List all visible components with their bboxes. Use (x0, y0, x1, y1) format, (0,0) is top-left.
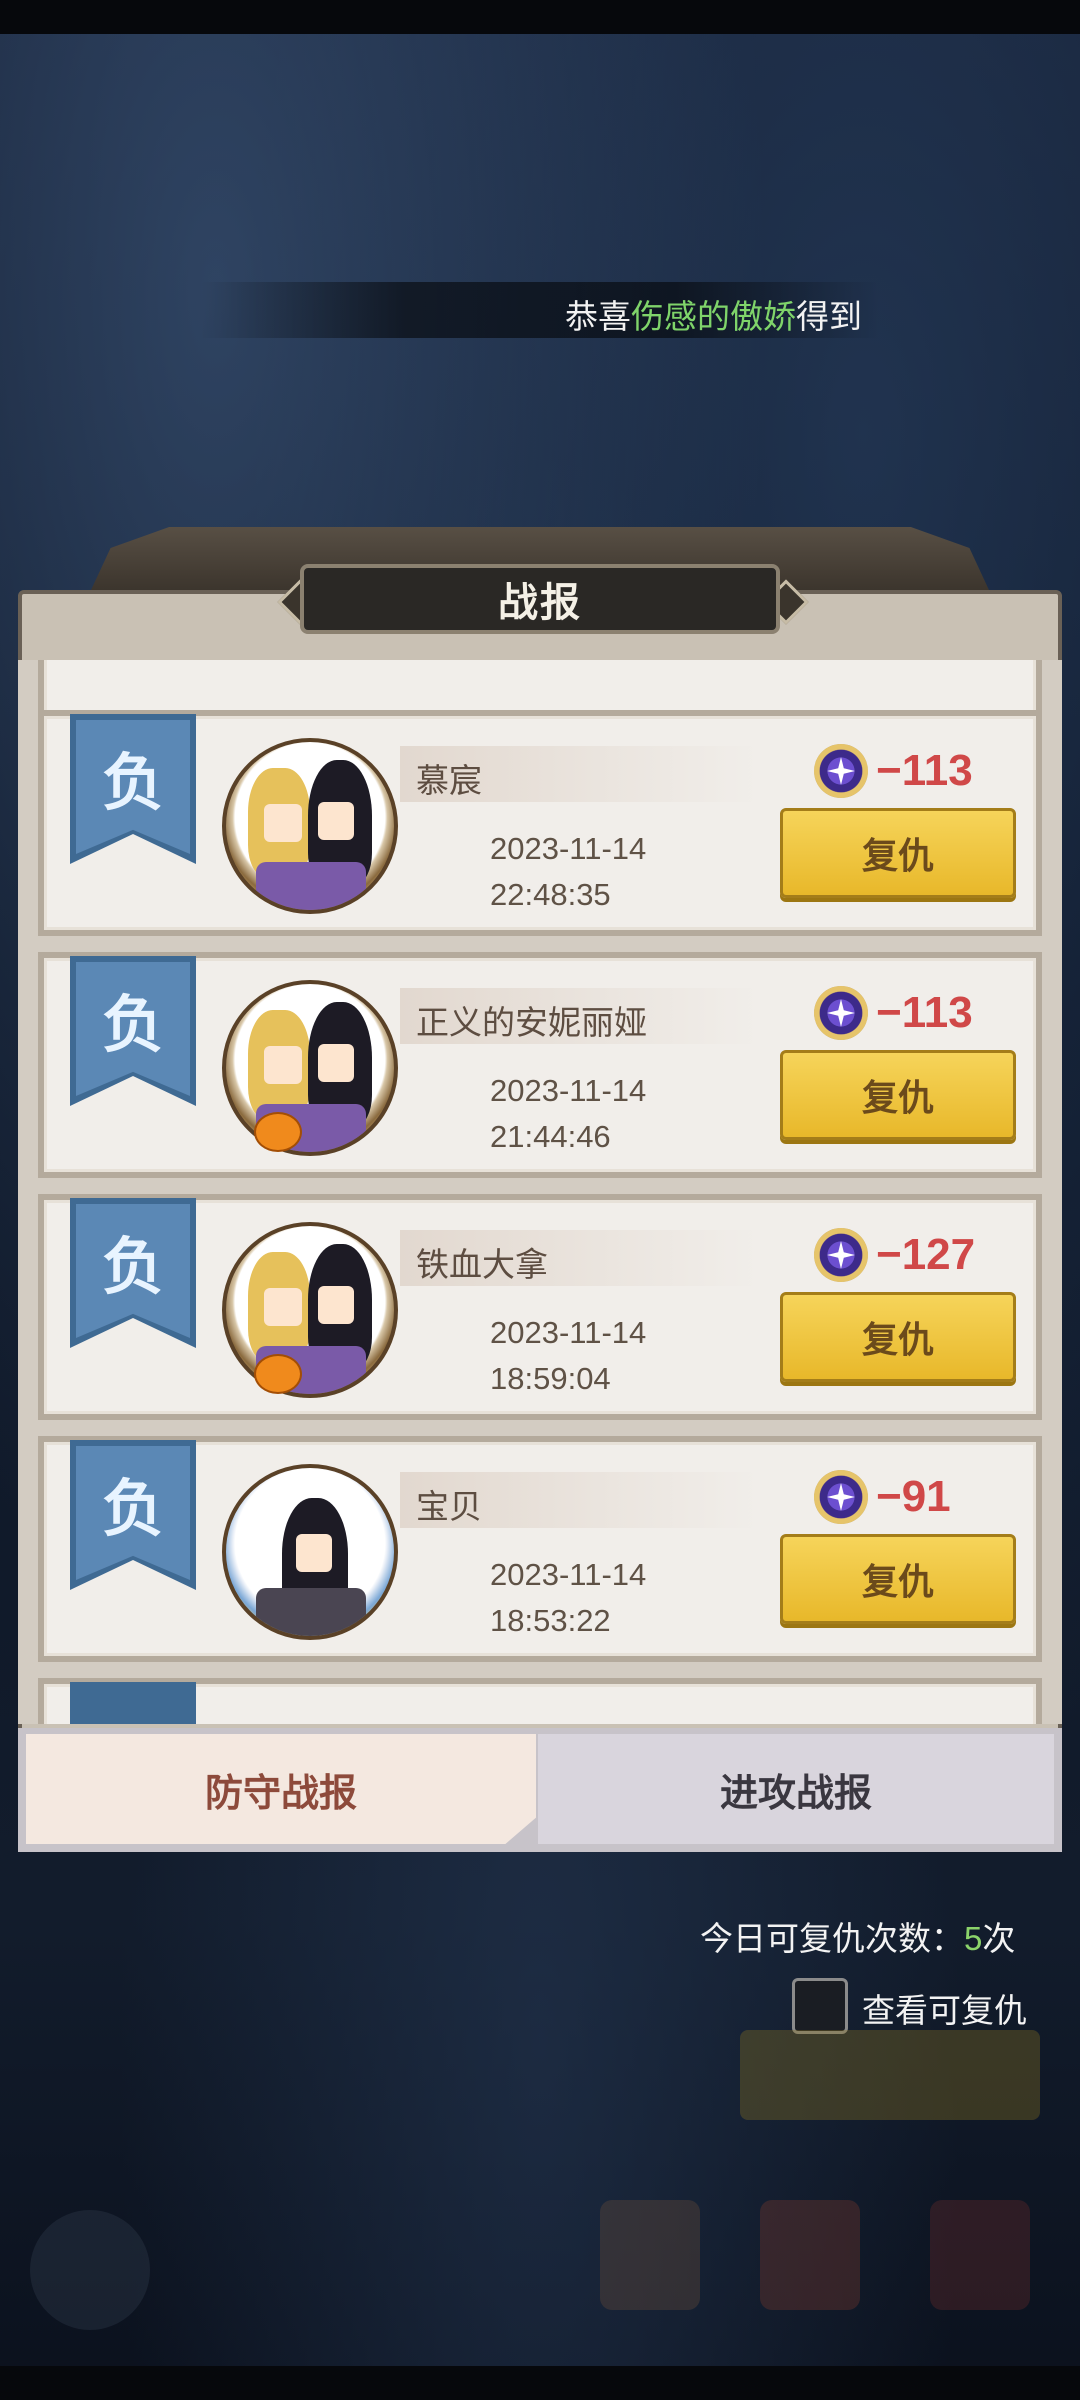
star-medal-icon (814, 1228, 868, 1282)
battle-date: 2023-11-14 (490, 831, 647, 866)
battle-record-card: 负 铁血大拿 2023-11-14 18:59:04 −127 复仇 (38, 1194, 1042, 1420)
opponent-avatar[interactable] (222, 980, 398, 1156)
revenge-button-label: 复仇 (861, 1077, 934, 1118)
background-icon-1 (600, 2200, 700, 2310)
result-label: 负 (101, 1475, 164, 1544)
tab-attack-report[interactable]: 进攻战报 (538, 1734, 1054, 1844)
score-change: −113 (876, 746, 973, 795)
battle-record-card: 负 宝贝 2023-11-14 18:53:22 −91 复仇 (38, 1436, 1042, 1662)
report-tabs: 防守战报 进攻战报 (18, 1728, 1062, 1852)
show-revengeable-label[interactable]: 查看可复仇 (862, 1984, 1027, 2032)
battle-datetime: 2023-11-14 18:53:22 (490, 1552, 646, 1644)
revenge-button[interactable]: 复仇 (780, 1050, 1016, 1140)
list-item-partial-bottom (38, 1678, 1042, 1724)
revenge-button-label: 复仇 (861, 1561, 934, 1602)
revenge-button-label: 复仇 (861, 835, 934, 876)
background-icon-3 (930, 2200, 1030, 2310)
opponent-name: 宝贝 (416, 1488, 482, 1525)
revenge-count-text: 今日可复仇次数：5次 (700, 1912, 1015, 1960)
announcement-prefix: 恭喜 (565, 298, 631, 335)
star-medal-icon (814, 986, 868, 1040)
battle-date: 2023-11-14 (490, 1073, 647, 1108)
announcement-player-name: 伤感的傲娇 (631, 298, 796, 335)
opponent-name: 铁血大拿 (416, 1246, 548, 1283)
result-label: 负 (101, 991, 164, 1060)
revenge-count-number: 5 (964, 1920, 983, 1957)
announcement-text: 恭喜伤感的傲娇得到 (565, 290, 860, 338)
revenge-button-label: 复仇 (861, 1319, 934, 1360)
score-change: −127 (876, 1230, 976, 1279)
battle-record-card: 负 慕宸 2023-11-14 22:48:35 −113 复仇 (38, 710, 1042, 936)
result-label: 负 (101, 749, 164, 818)
panel-title-plate: 战报 (300, 564, 780, 634)
opponent-avatar[interactable] (222, 1464, 398, 1640)
battle-datetime: 2023-11-14 22:48:35 (490, 826, 646, 918)
opponent-name: 慕宸 (416, 762, 482, 799)
battle-time: 21:44:46 (490, 1119, 611, 1154)
battle-datetime: 2023-11-14 18:59:04 (490, 1310, 646, 1402)
pumpkin-icon (254, 1354, 302, 1394)
revenge-button[interactable]: 复仇 (780, 808, 1016, 898)
battle-datetime: 2023-11-14 21:44:46 (490, 1068, 646, 1160)
star-medal-icon (814, 744, 868, 798)
opponent-avatar[interactable] (222, 738, 398, 914)
battle-date: 2023-11-14 (490, 1557, 647, 1592)
navigation-bar (0, 2366, 1080, 2400)
score-change: −113 (876, 988, 973, 1037)
background-icon-2 (760, 2200, 860, 2310)
revenge-button[interactable]: 复仇 (780, 1534, 1016, 1624)
background-menu-button (30, 2210, 150, 2330)
background-action-button (740, 2030, 1040, 2120)
score-change: −91 (876, 1472, 951, 1521)
revenge-count-label: 今日可复仇次数： (700, 1920, 964, 1957)
panel-title: 战报 (498, 581, 582, 625)
tab-defense-report[interactable]: 防守战报 (26, 1734, 536, 1844)
pumpkin-icon (254, 1112, 302, 1152)
announcement-suffix: 得到 (796, 298, 860, 335)
opponent-avatar[interactable] (222, 1222, 398, 1398)
revenge-count-unit: 次 (982, 1920, 1016, 1957)
result-ribbon (70, 1682, 196, 1724)
battle-time: 18:59:04 (490, 1361, 611, 1396)
revenge-button[interactable]: 复仇 (780, 1292, 1016, 1382)
status-bar (0, 0, 1080, 34)
show-revengeable-checkbox[interactable] (792, 1978, 848, 2034)
battle-record-list[interactable]: 负 慕宸 2023-11-14 22:48:35 −113 复仇 负 正义的安妮… (18, 660, 1062, 1724)
tab-attack-label: 进攻战报 (719, 1772, 872, 1815)
battle-record-card: 负 正义的安妮丽娅 2023-11-14 21:44:46 −113 复仇 (38, 952, 1042, 1178)
result-label: 负 (101, 1233, 164, 1302)
opponent-name: 正义的安妮丽娅 (416, 1004, 647, 1041)
battle-time: 22:48:35 (490, 877, 611, 912)
battle-time: 18:53:22 (490, 1603, 611, 1638)
battle-date: 2023-11-14 (490, 1315, 647, 1350)
tab-defense-label: 防守战报 (204, 1772, 357, 1815)
star-medal-icon (814, 1470, 868, 1524)
